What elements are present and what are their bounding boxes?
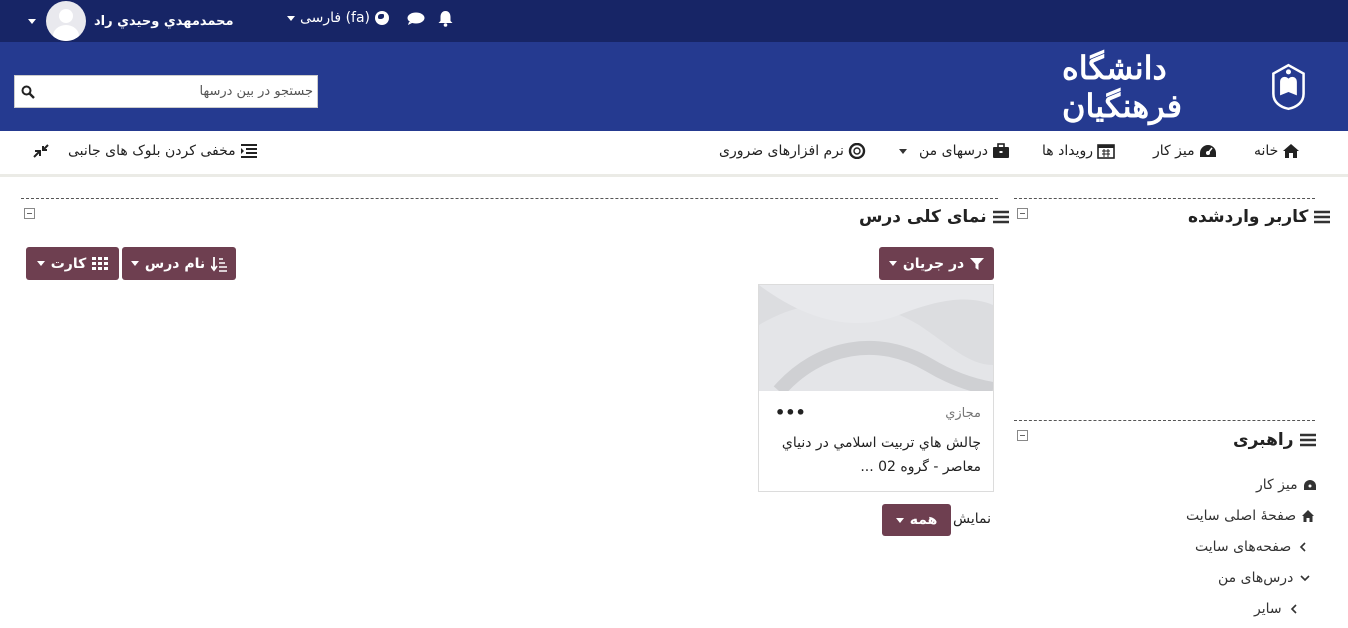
chat-icon[interactable] bbox=[407, 12, 425, 25]
bell-icon[interactable] bbox=[437, 10, 454, 27]
language-label: فارسی (fa) bbox=[300, 10, 371, 26]
course-category: مجازي bbox=[945, 406, 981, 421]
sort-icon bbox=[211, 256, 228, 272]
nav-software-label: نرم افزارهای ضروری bbox=[719, 143, 844, 159]
guide-item-label: صفحهٔ اصلی سایت bbox=[1186, 508, 1297, 524]
filter-label: در جريان bbox=[902, 255, 965, 272]
university-logo[interactable]: دانشگاه فرهنگیان bbox=[1062, 49, 1307, 125]
guide-heading: راهبری bbox=[1233, 430, 1294, 450]
guide-item-label: میز کار bbox=[1256, 477, 1298, 493]
site-header: دانشگاه فرهنگیان bbox=[0, 42, 1348, 131]
logged-in-divider bbox=[1014, 198, 1315, 199]
course-card-image[interactable] bbox=[759, 285, 993, 391]
hide-blocks-toggle[interactable]: مخفی کردن بلوک های جانبی bbox=[32, 143, 258, 159]
nav-my-courses[interactable]: درسهای من bbox=[899, 143, 1010, 159]
user-name: محمدمهدي وحيدي راد bbox=[94, 13, 234, 29]
grid-icon bbox=[92, 256, 109, 270]
nav-dashboard-label: میز کار bbox=[1153, 143, 1195, 159]
show-label: نمایش bbox=[953, 511, 992, 527]
hamburger-icon bbox=[992, 210, 1009, 224]
course-overview-divider bbox=[21, 198, 998, 199]
collapse-icon[interactable] bbox=[24, 208, 35, 219]
collapse-icon[interactable] bbox=[1017, 208, 1028, 219]
show-count-value: همه bbox=[909, 512, 938, 528]
logo-text: دانشگاه فرهنگیان bbox=[1062, 49, 1183, 125]
chevron-down-icon bbox=[1300, 575, 1310, 582]
dashboard-icon bbox=[1199, 145, 1216, 157]
hamburger-icon bbox=[1314, 210, 1331, 224]
course-overview-title: نمای کلی درس bbox=[859, 207, 1009, 227]
search-icon[interactable] bbox=[21, 85, 35, 99]
guide-divider bbox=[1014, 420, 1315, 421]
guide-item-dashboard[interactable]: میز کار bbox=[1256, 477, 1317, 493]
hamburger-icon bbox=[1299, 433, 1316, 447]
nav-home-label: خانه bbox=[1254, 143, 1279, 159]
nav-my-courses-label: درسهای من bbox=[919, 143, 989, 159]
guide-item-other[interactable]: سایر bbox=[1254, 601, 1301, 617]
collapse-icon[interactable] bbox=[1017, 430, 1028, 441]
user-menu[interactable]: محمدمهدي وحيدي راد bbox=[28, 1, 234, 41]
guide-item-site-home[interactable]: صفحهٔ اصلی سایت bbox=[1186, 508, 1315, 524]
nav-events-label: رویداد ها bbox=[1042, 143, 1093, 159]
guide-item-my-courses[interactable]: درس‌های من bbox=[1218, 570, 1312, 586]
caret-down-icon bbox=[130, 261, 139, 266]
caret-down-icon bbox=[36, 261, 45, 266]
nav-home[interactable]: خانه bbox=[1254, 143, 1300, 159]
caret-down-icon bbox=[899, 148, 907, 154]
hide-blocks-label: مخفی کردن بلوک های جانبی bbox=[68, 143, 236, 159]
logged-in-heading: کاربر واردشده bbox=[1188, 207, 1309, 227]
chevron-left-icon bbox=[1300, 542, 1306, 552]
language-menu[interactable]: فارسی (fa) bbox=[287, 10, 390, 26]
life-ring-icon bbox=[848, 143, 866, 159]
guide-item-label: سایر bbox=[1254, 601, 1282, 617]
course-title-link[interactable]: چالش هاي تربيت اسلامي در دنياي معاصر - گ… bbox=[771, 431, 981, 479]
compress-icon bbox=[33, 144, 49, 158]
top-bar: محمدمهدي وحيدي راد فارسی (fa) bbox=[0, 0, 1348, 42]
sort-dropdown[interactable]: نام درس bbox=[122, 247, 236, 280]
home-icon bbox=[1302, 510, 1315, 522]
caret-down-icon bbox=[895, 517, 904, 523]
nav-software[interactable]: نرم افزارهای ضروری bbox=[719, 143, 866, 159]
search-input[interactable] bbox=[41, 76, 317, 107]
course-search bbox=[14, 75, 318, 108]
guide-block-title: راهبری bbox=[1233, 430, 1316, 450]
view-dropdown[interactable]: كارت bbox=[26, 247, 119, 280]
course-overview-heading: نمای کلی درس bbox=[859, 207, 987, 227]
calendar-icon bbox=[1097, 144, 1115, 159]
nav-events[interactable]: رویداد ها bbox=[1042, 143, 1115, 159]
guide-item-label: صفحه‌های سایت bbox=[1195, 539, 1292, 555]
view-label: كارت bbox=[50, 255, 87, 272]
more-actions-icon[interactable]: ••• bbox=[775, 403, 806, 422]
caret-down-icon bbox=[287, 15, 295, 21]
filter-dropdown[interactable]: در جريان bbox=[879, 247, 994, 280]
avatar bbox=[46, 1, 86, 41]
chevron-left-icon bbox=[1290, 604, 1297, 614]
globe-icon bbox=[375, 11, 390, 25]
briefcase-icon bbox=[993, 143, 1010, 158]
list-icon bbox=[240, 144, 257, 158]
caret-down-icon bbox=[28, 18, 36, 24]
guide-item-label: درس‌های من bbox=[1218, 570, 1294, 586]
home-icon bbox=[1283, 144, 1300, 158]
dashboard-icon bbox=[1303, 480, 1316, 490]
caret-down-icon bbox=[888, 261, 897, 266]
course-card[interactable]: مجازي ••• چالش هاي تربيت اسلامي در دنياي… bbox=[758, 284, 994, 492]
filter-icon bbox=[970, 257, 985, 270]
sort-label: نام درس bbox=[144, 255, 206, 272]
guide-item-site-pages[interactable]: صفحه‌های سایت bbox=[1195, 539, 1310, 555]
logged-in-block-title: کاربر واردشده bbox=[1188, 207, 1331, 227]
show-count-dropdown[interactable]: همه bbox=[882, 504, 951, 536]
main-nav: خانه میز کار رویداد ها درسهای من نرم افز… bbox=[0, 131, 1348, 177]
nav-dashboard[interactable]: میز کار bbox=[1153, 143, 1217, 159]
university-emblem-icon bbox=[1272, 63, 1305, 111]
